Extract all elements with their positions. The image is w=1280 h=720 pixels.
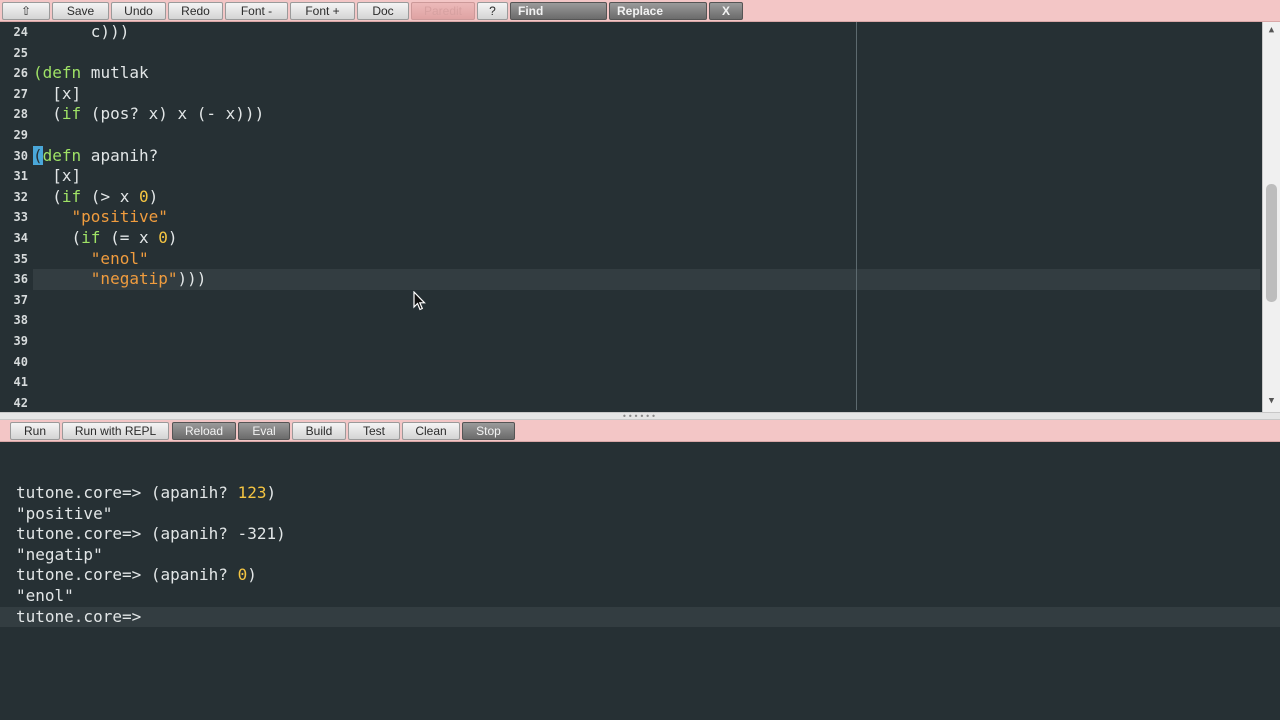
- stop-button[interactable]: Stop: [462, 422, 515, 440]
- run-button[interactable]: Run: [10, 422, 60, 440]
- run-toolbar: Run Run with REPL Reload Eval Build Test…: [0, 420, 1280, 442]
- line-number-current: 36: [13, 272, 28, 287]
- scrollbar-thumb[interactable]: [1266, 184, 1277, 302]
- clean-button[interactable]: Clean: [402, 422, 460, 440]
- line-number: 24: [13, 25, 28, 39]
- code-editor[interactable]: 24 25 26 27 28 29 30 31 32 33 34 35 36 3…: [0, 22, 1280, 412]
- code-line-current: "negatip"))): [33, 269, 1260, 290]
- line-number: 27: [13, 86, 28, 101]
- paredit-button[interactable]: Paredit: [411, 2, 475, 20]
- line-number: 40: [13, 354, 28, 369]
- code-line: (if (> x 0): [33, 186, 159, 206]
- repl-input-line: tutone.core=> (apanih? -321): [16, 524, 286, 545]
- line-number: 38: [13, 313, 28, 328]
- repl-output-line: "positive": [16, 503, 113, 523]
- repl-close-paren: ): [247, 565, 257, 585]
- build-button[interactable]: Build: [292, 422, 346, 440]
- code-line: c))): [90, 22, 130, 41]
- line-number: 30: [13, 148, 28, 163]
- line-number: 37: [13, 292, 28, 307]
- text-cursor: (: [33, 145, 43, 165]
- repl-prompt: tutone.core=>: [16, 483, 151, 502]
- line-number-gutter: 24 25 26 27 28 29 30 31 32 33 34 35 36 3…: [0, 22, 32, 412]
- code-line: (if (pos? x) x (- x))): [33, 104, 265, 124]
- line-number: 39: [13, 334, 28, 348]
- repl-close-paren: ): [266, 483, 277, 502]
- repl-input-line: tutone.core=> (apanih? 123): [16, 483, 276, 504]
- run-with-repl-button[interactable]: Run with REPL: [62, 422, 169, 440]
- code-line: "enol": [90, 248, 149, 268]
- line-number: 35: [13, 251, 28, 266]
- font-increase-button[interactable]: Font +: [290, 2, 355, 20]
- line-number: 31: [13, 169, 28, 184]
- font-decrease-button[interactable]: Font -: [225, 2, 288, 20]
- undo-button[interactable]: Undo: [111, 2, 166, 20]
- close-find-button[interactable]: X: [709, 2, 743, 20]
- editor-scrollbar[interactable]: ▲ ▼: [1262, 22, 1280, 412]
- line-number: 33: [13, 210, 28, 225]
- redo-button[interactable]: Redo: [168, 2, 223, 20]
- code-line: (defn mutlak: [33, 63, 149, 83]
- repl-call: (apanih?: [150, 565, 238, 585]
- repl-console[interactable]: tutone.core=> (apanih? 123) "positive" t…: [0, 442, 1280, 720]
- line-number: 25: [13, 45, 28, 60]
- repl-prompt: tutone.core=>: [16, 524, 151, 544]
- doc-button[interactable]: Doc: [357, 2, 409, 20]
- code-line: [x]: [33, 166, 82, 186]
- upload-button[interactable]: ⇧: [2, 2, 50, 20]
- repl-call: (apanih? -321): [150, 524, 286, 544]
- repl-call: (apanih?: [150, 483, 238, 502]
- line-number: 28: [13, 107, 28, 122]
- drag-handle-icon[interactable]: ••••••: [622, 413, 657, 421]
- line-number: 32: [13, 189, 28, 204]
- repl-arg: 0: [237, 565, 248, 585]
- find-button[interactable]: Find: [510, 2, 607, 20]
- print-margin: [856, 22, 857, 410]
- code-area[interactable]: c))) (defn mutlak [x] (if (pos? x) x (- …: [33, 22, 1260, 412]
- repl-current-prompt[interactable]: tutone.core=>: [0, 606, 1280, 628]
- scroll-down-icon[interactable]: ▼: [1266, 396, 1277, 407]
- help-button[interactable]: ?: [477, 2, 508, 20]
- pane-splitter[interactable]: ••••••: [0, 412, 1280, 421]
- line-number: 26: [13, 66, 28, 81]
- line-number: 42: [13, 395, 28, 410]
- eval-button[interactable]: Eval: [238, 422, 290, 440]
- editor-toolbar: ⇧ Save Undo Redo Font - Font + Doc Pared…: [0, 0, 1280, 22]
- repl-prompt: tutone.core=>: [16, 565, 151, 585]
- code-line: (if (= x 0): [33, 228, 178, 247]
- reload-button[interactable]: Reload: [172, 422, 236, 440]
- mouse-pointer-icon: [413, 291, 426, 311]
- line-number: 29: [13, 128, 28, 142]
- line-number: 34: [13, 231, 28, 245]
- repl-arg: 123: [237, 483, 267, 502]
- replace-button[interactable]: Replace: [609, 2, 707, 20]
- test-button[interactable]: Test: [348, 422, 400, 440]
- repl-output-line: "enol": [16, 586, 74, 605]
- code-line: [x]: [33, 83, 82, 103]
- save-button[interactable]: Save: [52, 2, 109, 20]
- code-line: "positive": [71, 207, 168, 227]
- repl-input-line: tutone.core=> (apanih? 0): [16, 565, 257, 586]
- code-line: (defn apanih?: [33, 145, 159, 165]
- line-number: 41: [13, 375, 28, 390]
- scroll-up-icon[interactable]: ▲: [1266, 25, 1277, 36]
- repl-output-line: "negatip": [16, 544, 103, 564]
